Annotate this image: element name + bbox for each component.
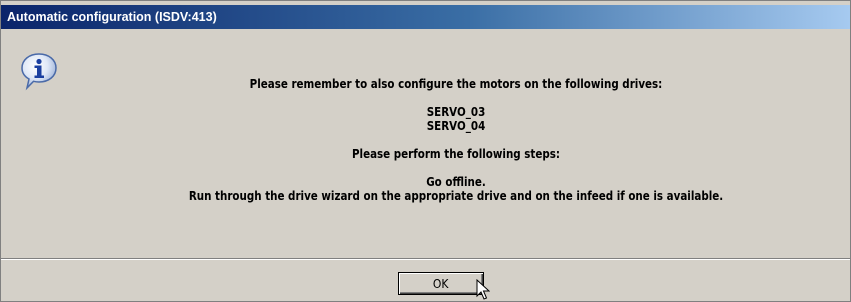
ok-button-label: OK bbox=[433, 276, 449, 291]
step-item: Go offline. bbox=[426, 175, 486, 189]
info-icon bbox=[21, 53, 57, 91]
button-area-divider bbox=[1, 258, 850, 260]
ok-button[interactable]: OK bbox=[398, 272, 484, 295]
drive-item: SERVO_03 bbox=[426, 105, 486, 119]
step-item: Run through the drive wizard on the appr… bbox=[188, 189, 724, 203]
dialog-window: Automatic configuration (ISDV:413) Pleas… bbox=[0, 0, 851, 302]
message-body: Please remember to also configure the mo… bbox=[125, 77, 787, 203]
steps-heading: Please perform the following steps: bbox=[351, 147, 561, 161]
title-bar[interactable]: Automatic configuration (ISDV:413) bbox=[1, 5, 850, 29]
drive-item: SERVO_04 bbox=[426, 119, 486, 133]
mouse-cursor-icon bbox=[476, 279, 490, 300]
window-title: Automatic configuration (ISDV:413) bbox=[7, 10, 217, 24]
message-line: Please remember to also configure the mo… bbox=[249, 77, 663, 91]
